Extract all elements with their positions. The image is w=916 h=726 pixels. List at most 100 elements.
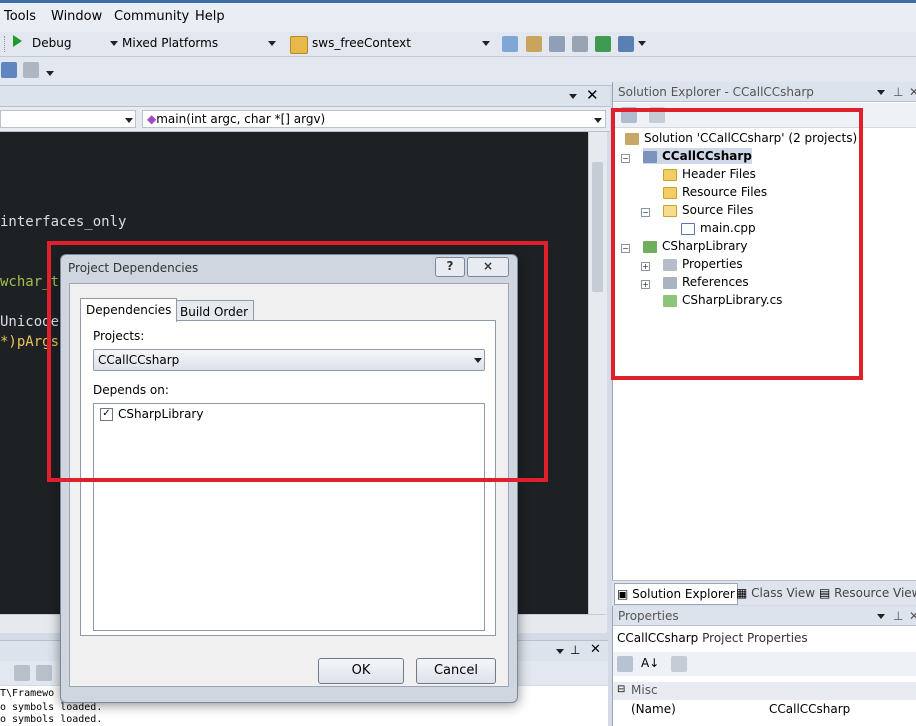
tab-dependencies[interactable]: Dependencies — [80, 298, 178, 322]
categorized-icon[interactable] — [617, 656, 633, 672]
dependency-item[interactable]: ✓ CSharpLibrary — [100, 407, 203, 421]
scope-combo[interactable] — [0, 110, 136, 128]
pin-icon[interactable]: ⊥ — [893, 606, 903, 626]
pin-icon[interactable]: ⊥ — [570, 643, 580, 657]
close-button[interactable]: × — [467, 257, 509, 277]
chevron-down-icon[interactable] — [110, 41, 118, 46]
chevron-down-icon[interactable] — [594, 118, 602, 123]
tree-item-solution[interactable]: Solution 'CCallCCsharp' (2 projects) — [625, 130, 857, 146]
chevron-down-icon[interactable] — [268, 41, 276, 46]
properties-panel: Properties ⊥ ✕ CCallCCsharp Project Prop… — [612, 606, 916, 726]
config-combo[interactable]: Debug — [32, 34, 71, 52]
chevron-down-icon[interactable] — [474, 358, 482, 363]
show-all-files-icon[interactable] — [649, 107, 665, 123]
tree-item-label: CSharpLibrary — [662, 239, 748, 253]
dependency-checkbox[interactable]: ✓ — [100, 408, 113, 421]
cpp-file-icon — [681, 222, 695, 235]
csharp-file-icon — [663, 294, 677, 307]
command-window-icon[interactable] — [618, 36, 634, 52]
start-page-icon[interactable] — [595, 36, 611, 52]
tree-item-main-cpp[interactable]: main.cpp — [681, 220, 756, 236]
chevron-down-icon[interactable] — [125, 118, 133, 123]
close-icon[interactable]: ✕ — [909, 82, 916, 102]
property-value: CCallCCsharp — [769, 702, 851, 716]
tree-item-label: References — [682, 275, 749, 289]
tree-item-properties[interactable]: Properties — [663, 256, 743, 272]
tree-item-csharp-project[interactable]: CSharpLibrary — [643, 238, 747, 254]
property-category[interactable]: ⊟ Misc — [613, 682, 916, 700]
step-icon[interactable] — [1, 62, 17, 78]
tab-build-order[interactable]: Build Order — [174, 300, 255, 322]
chevron-down-icon[interactable] — [482, 41, 490, 46]
object-type: Project Properties — [702, 631, 808, 645]
chevron-down-icon[interactable] — [556, 649, 564, 654]
find-icon[interactable] — [502, 36, 518, 52]
navigation-bar: ◆main(int argc, char *[] argv) — [0, 107, 610, 132]
properties-icon[interactable] — [621, 107, 637, 123]
editor-vertical-scrollbar[interactable] — [588, 132, 607, 632]
tree-item-header-files[interactable]: Header Files — [663, 166, 756, 182]
collapse-icon[interactable]: − — [621, 244, 630, 253]
tree-item-resource-files[interactable]: Resource Files — [663, 184, 767, 200]
help-button[interactable]: ? — [435, 257, 465, 277]
alphabetical-icon[interactable]: A↓ — [641, 656, 659, 670]
tab-label: Solution Explorer — [632, 587, 735, 601]
start-debug-icon[interactable] — [13, 35, 22, 47]
tree-item-csharp-file[interactable]: CSharpLibrary.cs — [663, 292, 782, 308]
previous-icon[interactable] — [14, 665, 30, 681]
toolbar-grip — [4, 36, 8, 52]
close-icon[interactable]: ✕ — [586, 86, 599, 104]
tree-item-references[interactable]: References — [663, 274, 749, 290]
method-icon: ◆ — [147, 112, 157, 126]
pin-icon[interactable]: ⊥ — [893, 82, 903, 102]
resource-view-icon: ▤ — [819, 586, 831, 600]
platform-combo[interactable]: Mixed Platforms — [122, 34, 218, 52]
chevron-down-icon[interactable] — [569, 94, 577, 99]
properties-toolbar: A↓ — [613, 652, 916, 676]
property-pages-icon[interactable] — [671, 656, 687, 672]
close-icon[interactable]: ✕ — [909, 606, 916, 626]
depends-on-label: Depends on: — [93, 383, 169, 397]
properties-object-combo[interactable]: CCallCCsharp Project Properties — [617, 631, 808, 645]
project-select[interactable]: CCallCCsharp — [93, 349, 485, 371]
tab-class-view[interactable]: ▦ Class View — [734, 583, 817, 603]
scroll-thumb[interactable] — [592, 162, 603, 292]
menu-help[interactable]: Help — [195, 9, 225, 24]
find-combo[interactable]: sws_freeContext — [312, 34, 411, 52]
chevron-down-icon[interactable] — [46, 71, 54, 76]
menu-community[interactable]: Community — [114, 9, 189, 24]
tree-item-cpp-project[interactable]: CCallCCsharp — [643, 148, 752, 164]
tree-item-source-files[interactable]: Source Files — [663, 202, 753, 218]
dependencies-list[interactable]: ✓ CSharpLibrary — [93, 403, 485, 631]
ok-button[interactable]: OK — [318, 658, 404, 684]
member-combo[interactable]: ◆main(int argc, char *[] argv) — [142, 110, 606, 128]
toolbox-icon[interactable] — [572, 36, 588, 52]
dialog-title: Project Dependencies — [68, 261, 199, 275]
menu-window[interactable]: Window — [51, 9, 102, 24]
next-icon[interactable] — [36, 665, 52, 681]
properties-window-icon[interactable] — [526, 36, 542, 52]
chevron-down-icon[interactable] — [877, 614, 885, 619]
cpp-project-icon — [643, 150, 657, 163]
expand-icon[interactable]: + — [641, 262, 650, 271]
chevron-down-icon[interactable] — [877, 90, 885, 95]
close-icon[interactable]: ✕ — [590, 642, 601, 657]
find-in-files-icon[interactable] — [290, 36, 308, 54]
collapse-icon[interactable]: − — [641, 208, 650, 217]
code-line: wchar_t — [0, 274, 60, 290]
cancel-button[interactable]: Cancel — [416, 658, 496, 684]
expand-icon[interactable]: + — [641, 280, 650, 289]
breakpoint-icon[interactable] — [23, 62, 39, 78]
tab-solution-explorer[interactable]: ▣ Solution Explorer — [614, 583, 738, 605]
object-browser-icon[interactable] — [549, 36, 565, 52]
tab-resource-view[interactable]: ▤ Resource View — [817, 583, 916, 603]
property-row[interactable]: (Name) CCallCCsharp — [613, 700, 916, 718]
output-line: o symbols loaded. — [0, 702, 103, 713]
tree-item-label: Solution 'CCallCCsharp' (2 projects) — [644, 131, 858, 145]
dependency-label: CSharpLibrary — [118, 407, 204, 421]
collapse-icon[interactable]: ⊟ — [617, 684, 625, 695]
chevron-down-icon[interactable] — [638, 41, 646, 46]
menu-tools[interactable]: Tools — [4, 9, 36, 24]
collapse-icon[interactable]: − — [621, 154, 630, 163]
tree-item-label: CCallCCsharp — [662, 149, 752, 163]
